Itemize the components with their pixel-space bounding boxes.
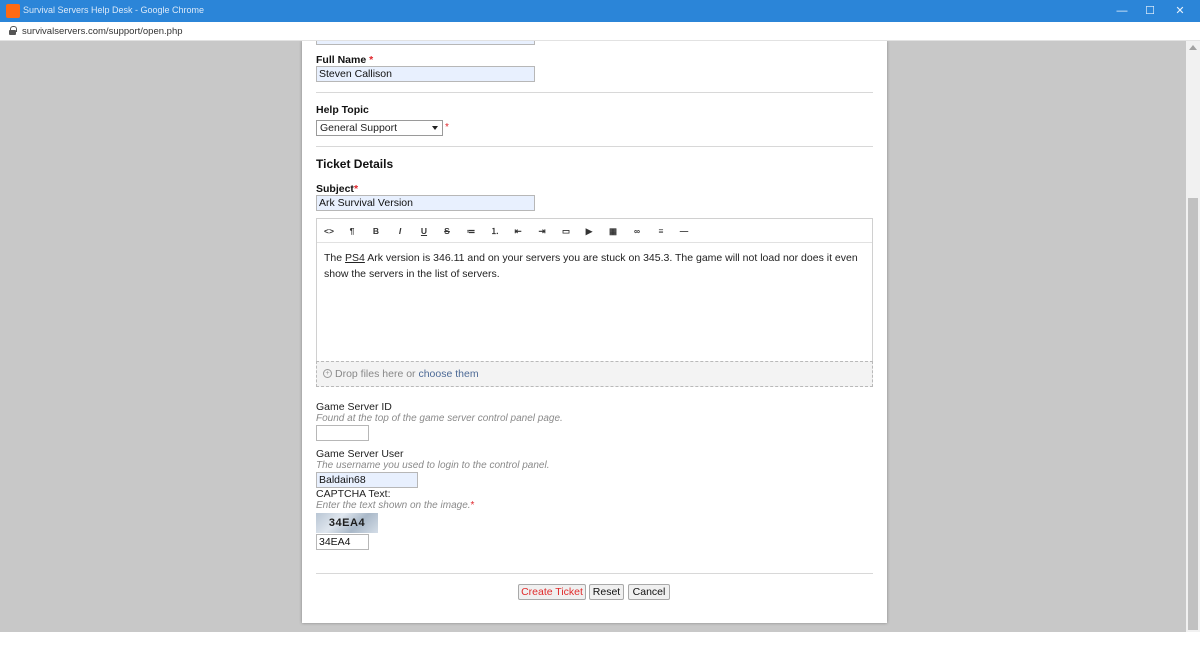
- scroll-up-icon[interactable]: [1189, 45, 1197, 50]
- captcha-image: 34EA4: [316, 513, 378, 533]
- divider: [316, 146, 873, 147]
- required-mark: *: [445, 122, 449, 133]
- game-server-user-field[interactable]: Baldain68: [316, 472, 418, 488]
- full-name-field[interactable]: Steven Callison: [316, 66, 535, 82]
- email-field[interactable]: [316, 41, 535, 45]
- choose-files-link[interactable]: choose them: [418, 368, 478, 380]
- window-titlebar: Survival Servers Help Desk - Google Chro…: [0, 0, 1200, 22]
- underline-icon[interactable]: U: [416, 225, 432, 237]
- divider: [316, 573, 873, 574]
- scrollbar-thumb[interactable]: [1188, 198, 1198, 630]
- footer-text-cropped: [500, 629, 690, 635]
- horizontal-rule-icon[interactable]: —: [676, 225, 692, 237]
- url-text[interactable]: survivalservers.com/support/open.php: [22, 26, 183, 37]
- subject-field[interactable]: Ark Survival Version: [316, 195, 535, 211]
- lock-icon[interactable]: [9, 26, 17, 35]
- indent-icon[interactable]: ⇥: [534, 225, 550, 237]
- page-footer: [0, 632, 1200, 656]
- image-icon[interactable]: ▭: [558, 225, 574, 237]
- cancel-button[interactable]: Cancel: [628, 584, 670, 600]
- game-server-id-label: Game Server ID: [316, 401, 392, 413]
- dropdown-arrow-icon: [432, 126, 438, 130]
- ticket-details-heading: Ticket Details: [316, 157, 394, 171]
- bold-icon[interactable]: B: [368, 225, 384, 237]
- table-icon[interactable]: ▦: [605, 225, 621, 237]
- outdent-icon[interactable]: ⇤: [510, 225, 526, 237]
- upload-icon: +: [323, 369, 332, 378]
- help-topic-select[interactable]: General Support: [316, 120, 443, 136]
- captcha-label: CAPTCHA Text:: [316, 488, 391, 500]
- italic-icon[interactable]: I: [392, 225, 408, 237]
- game-server-id-field[interactable]: [316, 425, 369, 441]
- link-icon[interactable]: ∞: [629, 225, 645, 237]
- align-icon[interactable]: ≡: [653, 225, 669, 237]
- reset-button[interactable]: Reset: [589, 584, 624, 600]
- editor-content[interactable]: The PS4 Ark version is 346.11 and on you…: [324, 251, 864, 282]
- vertical-scrollbar[interactable]: [1186, 41, 1200, 632]
- minimize-icon[interactable]: —: [1108, 2, 1136, 20]
- ordered-list-icon[interactable]: ⒈: [487, 225, 503, 237]
- video-icon[interactable]: ▶: [581, 225, 597, 237]
- help-topic-label: Help Topic: [316, 104, 369, 116]
- page-viewport: Full Name * Steven Callison Help Topic G…: [0, 41, 1186, 632]
- help-topic-selected: General Support: [320, 122, 398, 134]
- address-bar[interactable]: survivalservers.com/support/open.php: [0, 22, 1200, 41]
- window-title: Survival Servers Help Desk - Google Chro…: [23, 5, 205, 15]
- code-view-icon[interactable]: <>: [321, 225, 337, 237]
- full-name-label: Full Name *: [316, 54, 374, 66]
- ticket-form-panel: Full Name * Steven Callison Help Topic G…: [302, 41, 887, 623]
- close-icon[interactable]: ✕: [1166, 2, 1194, 20]
- create-ticket-button[interactable]: Create Ticket: [518, 584, 586, 600]
- captcha-field[interactable]: 34EA4: [316, 534, 369, 550]
- spellcheck-word: PS4: [345, 252, 365, 264]
- divider: [316, 92, 873, 93]
- captcha-hint: Enter the text shown on the image.*: [316, 500, 475, 511]
- game-server-user-label: Game Server User: [316, 448, 404, 460]
- unordered-list-icon[interactable]: ≔: [463, 225, 479, 237]
- editor-toolbar: <> ¶ B I U S ≔ ⒈ ⇤ ⇥ ▭ ▶ ▦ ∞ ≡ —: [317, 219, 872, 243]
- strikethrough-icon[interactable]: S: [439, 225, 455, 237]
- game-server-user-hint: The username you used to login to the co…: [316, 460, 550, 471]
- maximize-icon[interactable]: ☐: [1136, 2, 1164, 20]
- paragraph-icon[interactable]: ¶: [344, 225, 360, 237]
- file-dropzone[interactable]: + Drop files here or choose them: [316, 361, 873, 387]
- game-server-id-hint: Found at the top of the game server cont…: [316, 413, 563, 424]
- subject-label: Subject*: [316, 183, 359, 195]
- dropzone-text: Drop files here or: [335, 368, 419, 380]
- site-favicon-icon: [6, 4, 20, 18]
